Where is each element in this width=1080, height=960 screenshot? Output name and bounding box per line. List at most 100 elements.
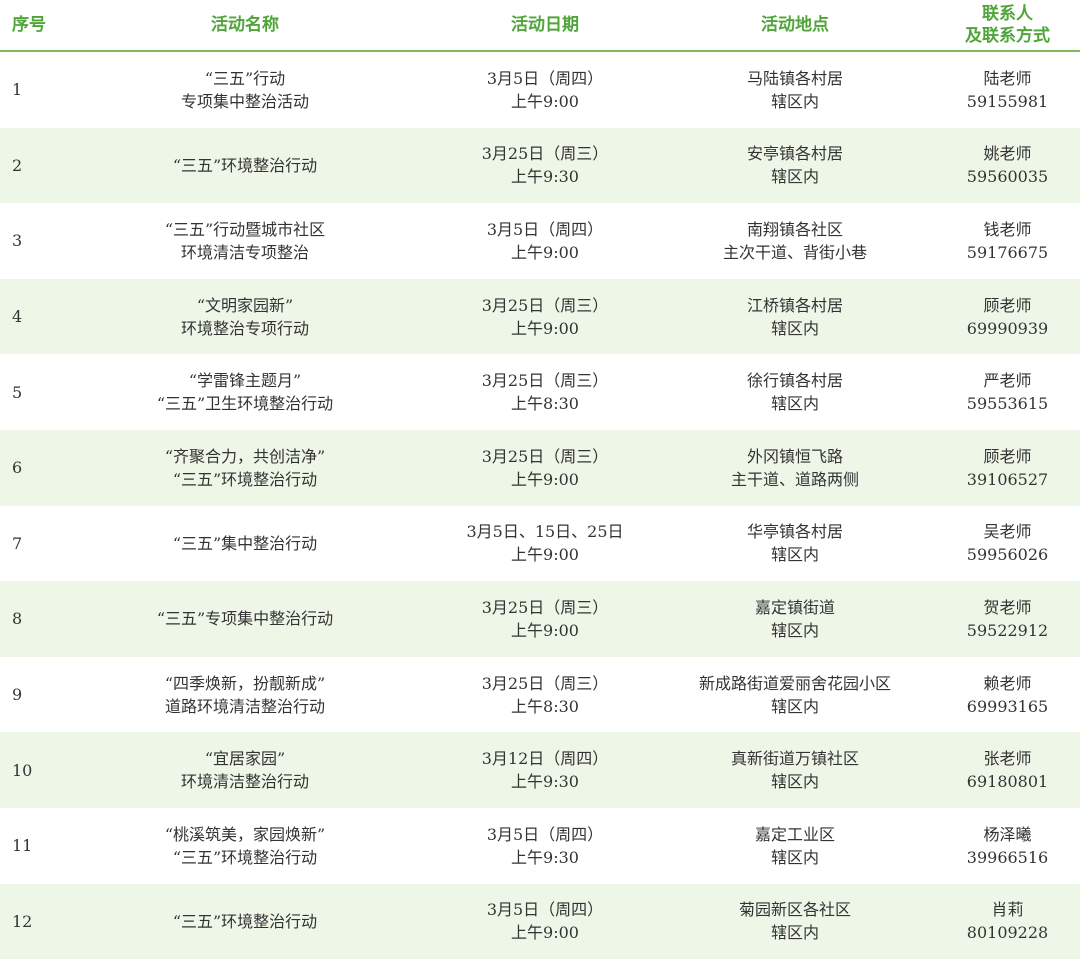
cell-seq: 11: [0, 834, 55, 857]
cell-activity-location-loc1: 安亭镇各村居: [746, 144, 843, 164]
cell-seq-seq: 7: [12, 533, 23, 553]
cell-activity-date-date2: 上午9:00: [511, 469, 579, 489]
cell-activity-name-name2: 环境清洁整治行动: [180, 772, 309, 792]
table-row: 9 “四季焕新，扮靓新成” 道路环境清洁整治行动 3月25日（周三） 上午8:30 新成路…: [0, 657, 1080, 733]
cell-seq-seq: 6: [12, 458, 23, 478]
cell-activity-name: “四季焕新，扮靓新成” 道路环境清洁整治行动: [55, 672, 435, 718]
cell-activity-location-loc2: 辖区内: [770, 696, 819, 716]
cell-contact-person: 赖老师: [983, 673, 1032, 693]
cell-seq-seq: 5: [12, 382, 23, 402]
cell-activity-location: 马陆镇各村居 辖区内: [655, 67, 935, 113]
table-row: 6 “齐聚合力，共创洁净” “三五”环境整治行动 3月25日（周三） 上午9:00 外冈镇…: [0, 429, 1080, 506]
cell-activity-name-name1: “齐聚合力，共创洁净”: [164, 446, 326, 466]
cell-activity-name-name1: “宜居家园”: [204, 749, 286, 769]
cell-contact-person: 顾老师: [983, 446, 1032, 466]
cell-activity-location-loc2: 辖区内: [770, 167, 819, 187]
cell-activity-date: 3月25日（周三） 上午8:30: [435, 369, 655, 415]
cell-activity-location-loc1: 徐行镇各村居: [746, 371, 843, 391]
cell-activity-name-name1: “三五”专项集中整治行动: [156, 609, 334, 629]
cell-activity-location: 华亭镇各村居 辖区内: [655, 520, 935, 566]
header-location: 活动地点: [761, 15, 829, 35]
cell-activity-name: “文明家园新” 环境整治专项行动: [55, 294, 435, 340]
cell-activity-location-loc1: 江桥镇各村居: [746, 295, 843, 315]
cell-activity-date-date1: 3月5日、15日、25日: [466, 522, 624, 542]
cell-contact-phone: 59176675: [966, 242, 1049, 262]
cell-activity-name-name1: “三五”环境整治行动: [172, 155, 318, 175]
cell-activity-date-date2: 上午9:30: [511, 167, 579, 187]
cell-activity-name-name1: “三五”行动暨城市社区: [164, 219, 326, 239]
cell-activity-date-date2: 上午8:30: [511, 696, 579, 716]
cell-activity-name-name1: “学雷锋主题月”: [188, 371, 302, 391]
cell-seq-seq: 10: [12, 760, 33, 780]
cell-contact-person: 顾老师: [983, 295, 1032, 315]
cell-activity-date-date2: 上午9:00: [511, 91, 579, 111]
cell-activity-name: “三五”集中整治行动: [55, 532, 435, 555]
cell-activity-location-loc1: 菊园新区各社区: [738, 900, 851, 920]
cell-contact-phone: 69180801: [966, 772, 1049, 792]
cell-activity-location: 徐行镇各村居 辖区内: [655, 369, 935, 415]
cell-contact-phone: 59155981: [966, 91, 1049, 111]
cell-activity-location: 嘉定镇街道 辖区内: [655, 596, 935, 642]
cell-activity-name: “桃溪筑美，家园焕新” “三五”环境整治行动: [55, 823, 435, 869]
cell-contact-phone: 69990939: [966, 318, 1049, 338]
cell-seq: 10: [0, 759, 55, 782]
cell-contact: 贺老师 59522912: [935, 596, 1080, 642]
activity-table: 序号 活动名称 活动日期 活动地点 联系人 及联系方式 1 “三五”行动 专项集中整…: [0, 0, 1080, 960]
cell-activity-location-loc2: 辖区内: [770, 545, 819, 565]
cell-activity-date: 3月25日（周三） 上午9:00: [435, 596, 655, 642]
cell-contact: 姚老师 59560035: [935, 142, 1080, 188]
cell-activity-location: 嘉定工业区 辖区内: [655, 823, 935, 869]
cell-activity-date-date1: 3月25日（周三）: [481, 144, 609, 164]
cell-activity-location-loc2: 辖区内: [770, 923, 819, 943]
cell-activity-date-date2: 上午9:30: [511, 772, 579, 792]
cell-activity-name-name2: “三五”环境整治行动: [172, 847, 318, 867]
cell-seq: 4: [0, 305, 55, 328]
cell-contact: 肖莉 80109228: [935, 898, 1080, 944]
cell-activity-name-name1: “四季焕新，扮靓新成”: [164, 673, 326, 693]
table-row: 1 “三五”行动 专项集中整治活动 3月5日（周四） 上午9:00 马陆镇各村居 辖区内 陆老…: [0, 52, 1080, 128]
cell-activity-date-date2: 上午9:00: [511, 545, 579, 565]
table-row: 8 “三五”专项集中整治行动 3月25日（周三） 上午9:00 嘉定镇街道 辖区内 贺老师 5…: [0, 581, 1080, 657]
cell-activity-date-date2: 上午9:00: [511, 620, 579, 640]
cell-activity-name: “学雷锋主题月” “三五”卫生环境整治行动: [55, 369, 435, 415]
cell-activity-name-name2: 环境整治专项行动: [180, 318, 309, 338]
cell-seq: 1: [0, 78, 55, 101]
cell-contact-person: 贺老师: [983, 597, 1032, 617]
cell-activity-location-loc1: 华亭镇各村居: [746, 522, 843, 542]
cell-activity-name-name1: “三五”环境整治行动: [172, 911, 318, 931]
cell-activity-location-loc2: 辖区内: [770, 772, 819, 792]
cell-seq-seq: 1: [12, 80, 23, 100]
cell-seq-seq: 11: [12, 836, 33, 856]
table-row: 12 “三五”环境整治行动 3月5日（周四） 上午9:00 菊园新区各社区 辖区内 肖莉 80…: [0, 883, 1080, 960]
cell-activity-location-loc2: 辖区内: [770, 394, 819, 414]
cell-seq-seq: 9: [12, 685, 23, 705]
cell-activity-date-date1: 3月5日（周四）: [486, 824, 604, 844]
cell-seq-seq: 2: [12, 155, 23, 175]
cell-activity-location: 外冈镇恒飞路 主干道、道路两侧: [655, 445, 935, 491]
cell-activity-location-loc1: 真新街道万镇社区: [730, 749, 859, 769]
cell-activity-location-loc1: 南翔镇各社区: [746, 219, 843, 239]
table-row: 11 “桃溪筑美，家园焕新” “三五”环境整治行动 3月5日（周四） 上午9:30 嘉定工…: [0, 808, 1080, 884]
cell-seq: 9: [0, 683, 55, 706]
cell-activity-date-date1: 3月25日（周三）: [481, 673, 609, 693]
cell-seq-seq: 8: [12, 609, 23, 629]
table-row: 5 “学雷锋主题月” “三五”卫生环境整治行动 3月25日（周三） 上午8:30 徐行镇各…: [0, 354, 1080, 430]
cell-activity-date: 3月12日（周四） 上午9:30: [435, 747, 655, 793]
cell-activity-name: “三五”行动 专项集中整治活动: [55, 67, 435, 113]
cell-contact: 顾老师 69990939: [935, 294, 1080, 340]
cell-contact-person: 严老师: [983, 371, 1032, 391]
cell-activity-location: 真新街道万镇社区 辖区内: [655, 747, 935, 793]
cell-activity-date: 3月5日（周四） 上午9:00: [435, 218, 655, 264]
cell-activity-date-date1: 3月25日（周三）: [481, 597, 609, 617]
cell-activity-date-date1: 3月25日（周三）: [481, 446, 609, 466]
cell-contact-person: 张老师: [983, 749, 1032, 769]
cell-activity-name-name2: “三五”环境整治行动: [172, 469, 318, 489]
header-seq: 序号: [12, 15, 46, 35]
cell-activity-date-date1: 3月25日（周三）: [481, 371, 609, 391]
cell-seq: 5: [0, 381, 55, 404]
cell-contact-phone: 39106527: [966, 469, 1049, 489]
cell-activity-date-date2: 上午9:00: [511, 923, 579, 943]
cell-activity-location-loc2: 主次干道、背街小巷: [722, 242, 867, 262]
cell-contact-phone: 59956026: [966, 545, 1049, 565]
cell-activity-name: “三五”环境整治行动: [55, 910, 435, 933]
